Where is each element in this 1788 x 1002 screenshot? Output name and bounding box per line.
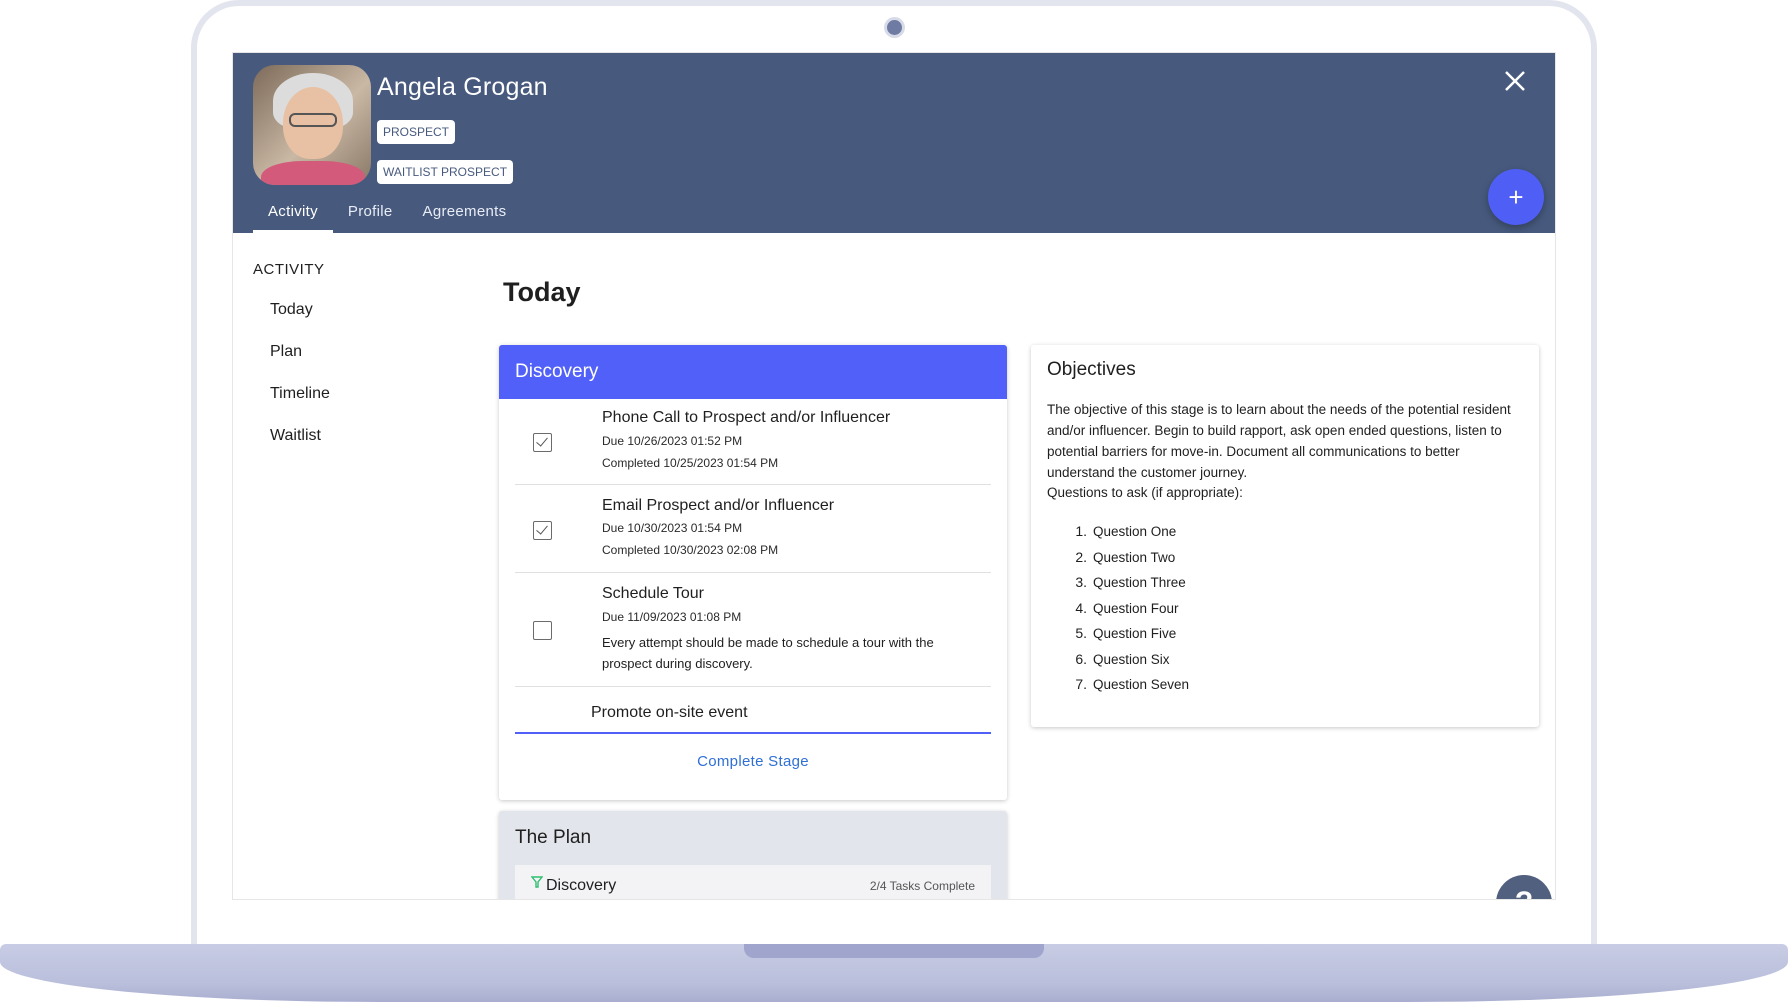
task-checkbox[interactable] (533, 433, 552, 452)
app-screen: Angela Grogan PROSPECT WAITLIST PROSPECT… (232, 52, 1556, 900)
objectives-card: Objectives The objective of this stage i… (1031, 345, 1539, 727)
funnel-icon (531, 876, 543, 888)
close-icon[interactable] (1501, 67, 1529, 95)
status-badge: WAITLIST PROSPECT (377, 160, 514, 184)
plan-stage-count: 2/4 Tasks Complete (869, 879, 975, 893)
tab-profile[interactable]: Profile (333, 193, 408, 233)
task-item: Phone Call to Prospect and/or Influencer… (515, 399, 991, 485)
divider (515, 732, 991, 734)
sidebar-item-plan[interactable]: Plan (270, 343, 302, 361)
task-due: Due 10/26/2023 01:52 PM (602, 434, 743, 448)
sidebar-item-today[interactable]: Today (270, 301, 313, 319)
profile-name: Angela Grogan (377, 73, 548, 101)
plan-stage-row[interactable]: Discovery 2/4 Tasks Complete (515, 865, 991, 899)
objectives-ask: Questions to ask (if appropriate): (1047, 485, 1243, 500)
list-item: 3. Question Three (1075, 574, 1186, 590)
list-item: 2. Question Two (1075, 548, 1176, 565)
status-badge: PROSPECT (377, 120, 456, 144)
list-item: 5. Question Five (1075, 625, 1177, 641)
avatar (253, 65, 371, 185)
sidebar-title: ACTIVITY (253, 261, 325, 278)
discovery-title: Discovery (499, 345, 1007, 399)
task-checkbox[interactable] (533, 521, 552, 540)
profile-header: Angela Grogan PROSPECT WAITLIST PROSPECT… (233, 53, 1555, 233)
discovery-card: Discovery Phone Call to Prospect and/or … (499, 345, 1007, 800)
task-title: Schedule Tour (602, 585, 704, 602)
plan-title: The Plan (515, 827, 592, 848)
objectives-title: Objectives (1047, 359, 1136, 380)
task-due: Due 11/09/2023 01:08 PM (602, 610, 742, 624)
task-item: Email Prospect and/or Influencer Due 10/… (515, 485, 991, 573)
task-due: Due 10/30/2023 01:54 PM (602, 521, 743, 535)
question-list: 1. Question One 2. Question Two 3. Question… (1071, 523, 1189, 702)
task-checkbox[interactable] (533, 621, 552, 640)
page-title: Today (503, 277, 581, 307)
tab-bar: Activity Profile Agreements (253, 193, 521, 233)
help-button[interactable]: ? (1496, 875, 1552, 899)
list-item: 6. Question Six (1075, 650, 1170, 667)
tab-activity[interactable]: Activity (253, 193, 333, 233)
task-note: Every attempt should be made to schedule… (602, 635, 934, 671)
complete-stage-button[interactable]: Complete Stage (499, 753, 1007, 770)
promote-task[interactable]: Promote on-site event (591, 704, 748, 722)
objectives-text: The objective of this stage is to learn … (1047, 402, 1511, 480)
task-item: Schedule Tour Due 11/09/2023 01:08 PM Ev… (515, 573, 991, 687)
camera-icon (887, 20, 902, 35)
task-completed: Completed 10/25/2023 01:54 PM (602, 456, 779, 470)
sidebar-item-waitlist[interactable]: Waitlist (270, 427, 321, 445)
plan-stage-label: Discovery (546, 877, 617, 894)
list-item: 7. Question Seven (1075, 676, 1190, 692)
add-button[interactable]: + (1488, 169, 1544, 225)
task-title: Phone Call to Prospect and/or Influencer (602, 409, 891, 426)
laptop-notch (744, 944, 1044, 958)
list-item: 4. Question Four (1075, 599, 1179, 616)
task-completed: Completed 10/30/2023 02:08 PM (602, 543, 779, 557)
tab-agreements[interactable]: Agreements (408, 193, 522, 233)
list-item: 1. Question One (1075, 523, 1177, 539)
plan-card: The Plan Discovery 2/4 Tasks Complete (499, 811, 1007, 899)
sidebar-item-timeline[interactable]: Timeline (270, 385, 330, 403)
task-title: Email Prospect and/or Influencer (602, 497, 835, 514)
